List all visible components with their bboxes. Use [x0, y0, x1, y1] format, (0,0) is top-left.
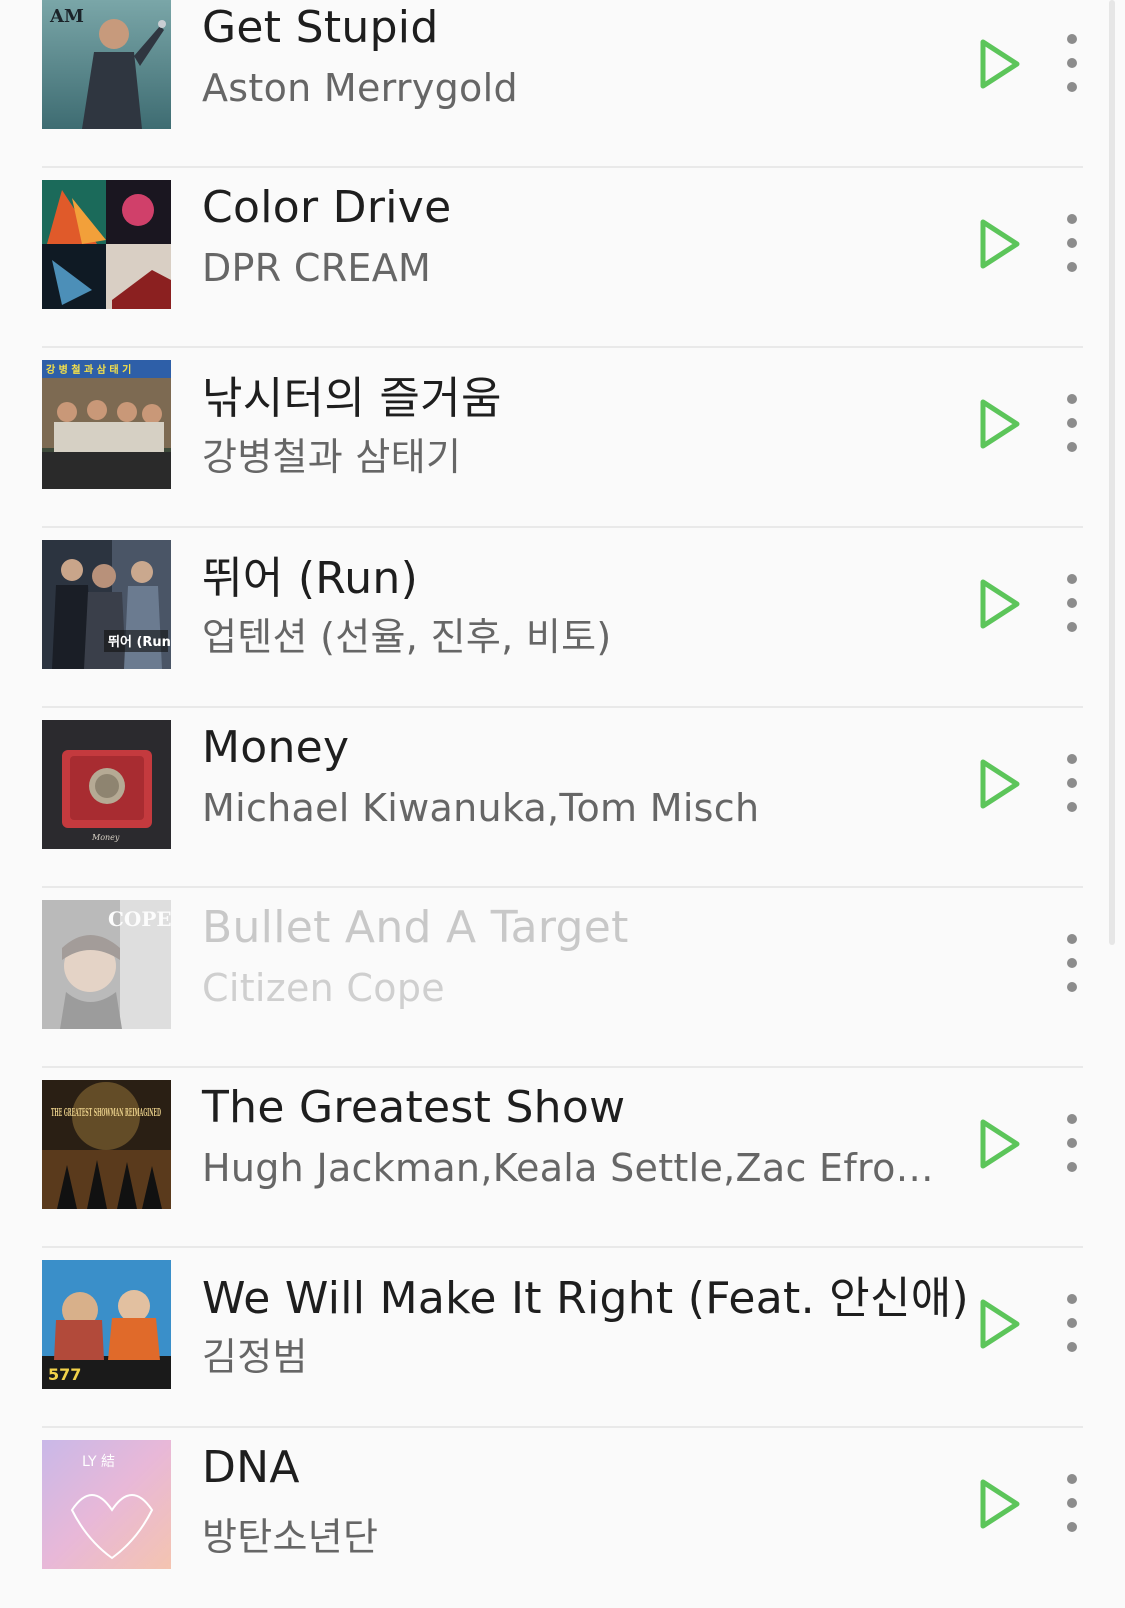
more-options-icon[interactable] [1058, 1110, 1086, 1176]
scrollbar[interactable] [1109, 0, 1115, 945]
song-artist: Hugh Jackman,Keala Settle,Zac Efron,Z... [202, 1146, 947, 1190]
album-art-577: 577 [42, 1260, 171, 1389]
song-artist: 강병철과 삼태기 [202, 435, 462, 479]
song-row[interactable]: AM Get Stupid Aston Merrygold [0, 0, 1125, 168]
album-art-text: THE GREATEST SHOWMAN REIMAGINED [51, 1106, 161, 1119]
song-artist: Michael Kiwanuka,Tom Misch [202, 786, 760, 830]
album-art-run: 뛰어 (Run) [42, 540, 171, 669]
song-title: Get Stupid [202, 2, 439, 53]
song-artist: DPR CREAM [202, 246, 432, 290]
play-icon[interactable] [978, 1298, 1022, 1350]
song-artist: 업텐션 (선율, 진후, 비토) [202, 615, 612, 659]
play-icon[interactable] [978, 1118, 1022, 1170]
song-row[interactable]: Color Drive DPR CREAM [0, 168, 1125, 348]
more-options-icon[interactable] [1058, 750, 1086, 816]
song-title: DNA [202, 1442, 300, 1493]
song-title: Color Drive [202, 182, 452, 233]
song-list: AM Get Stupid Aston Merrygold Color Driv… [0, 0, 1125, 1608]
song-row[interactable]: COPE Bullet And A Target Citizen Cope [0, 888, 1125, 1068]
song-title: We Will Make It Right (Feat. 안신애) [202, 1273, 969, 1324]
song-artist: 김정범 [202, 1335, 308, 1379]
album-art-text: LY 結 [82, 1454, 115, 1470]
play-icon[interactable] [978, 218, 1022, 270]
album-art-text: 강 병 철 과 삼 태 기 [46, 363, 131, 376]
album-art-fishing: 강 병 철 과 삼 태 기 [42, 360, 171, 489]
song-row[interactable]: 뛰어 (Run) 뛰어 (Run) 업텐션 (선율, 진후, 비토) [0, 528, 1125, 708]
album-art-get-stupid: AM [42, 0, 171, 129]
album-art-text: Money [91, 833, 120, 842]
more-options-icon[interactable] [1058, 1470, 1086, 1536]
more-options-icon[interactable] [1058, 570, 1086, 636]
more-options-icon[interactable] [1058, 30, 1086, 96]
more-options-icon[interactable] [1058, 1290, 1086, 1356]
album-art-text: AM [49, 6, 84, 27]
album-art-citizen-cope: COPE [42, 900, 171, 1029]
more-options-icon[interactable] [1058, 930, 1086, 996]
song-row[interactable]: Money Money Michael Kiwanuka,Tom Misch [0, 708, 1125, 888]
song-title: Bullet And A Target [202, 902, 629, 953]
song-title: The Greatest Show [202, 1082, 626, 1133]
album-art-text: COPE [108, 907, 171, 931]
album-art-text: 뛰어 (Run) [108, 634, 171, 650]
play-icon[interactable] [978, 578, 1022, 630]
more-options-icon[interactable] [1058, 390, 1086, 456]
play-icon[interactable] [978, 38, 1022, 90]
song-artist: Aston Merrygold [202, 66, 518, 110]
song-row[interactable]: 강 병 철 과 삼 태 기 낚시터의 즐거움 강병철과 삼태기 [0, 348, 1125, 528]
song-row[interactable]: THE GREATEST SHOWMAN REIMAGINED The Grea… [0, 1068, 1125, 1248]
more-options-icon[interactable] [1058, 210, 1086, 276]
album-art-text: 577 [48, 1365, 81, 1384]
song-title: 낚시터의 즐거움 [202, 373, 502, 424]
play-icon[interactable] [978, 398, 1022, 450]
song-row[interactable]: LY 結 DNA 방탄소년단 [0, 1428, 1125, 1608]
song-title: 뛰어 (Run) [202, 553, 419, 604]
play-icon[interactable] [978, 1478, 1022, 1530]
play-icon[interactable] [978, 758, 1022, 810]
song-artist: Citizen Cope [202, 966, 445, 1010]
album-art-love-yourself: LY 結 [42, 1440, 171, 1569]
album-art-color-drive [42, 180, 171, 309]
song-row[interactable]: 577 We Will Make It Right (Feat. 안신애) 김정… [0, 1248, 1125, 1428]
song-title: Money [202, 722, 350, 773]
album-art-greatest-showman: THE GREATEST SHOWMAN REIMAGINED [42, 1080, 171, 1209]
album-art-money: Money [42, 720, 171, 849]
